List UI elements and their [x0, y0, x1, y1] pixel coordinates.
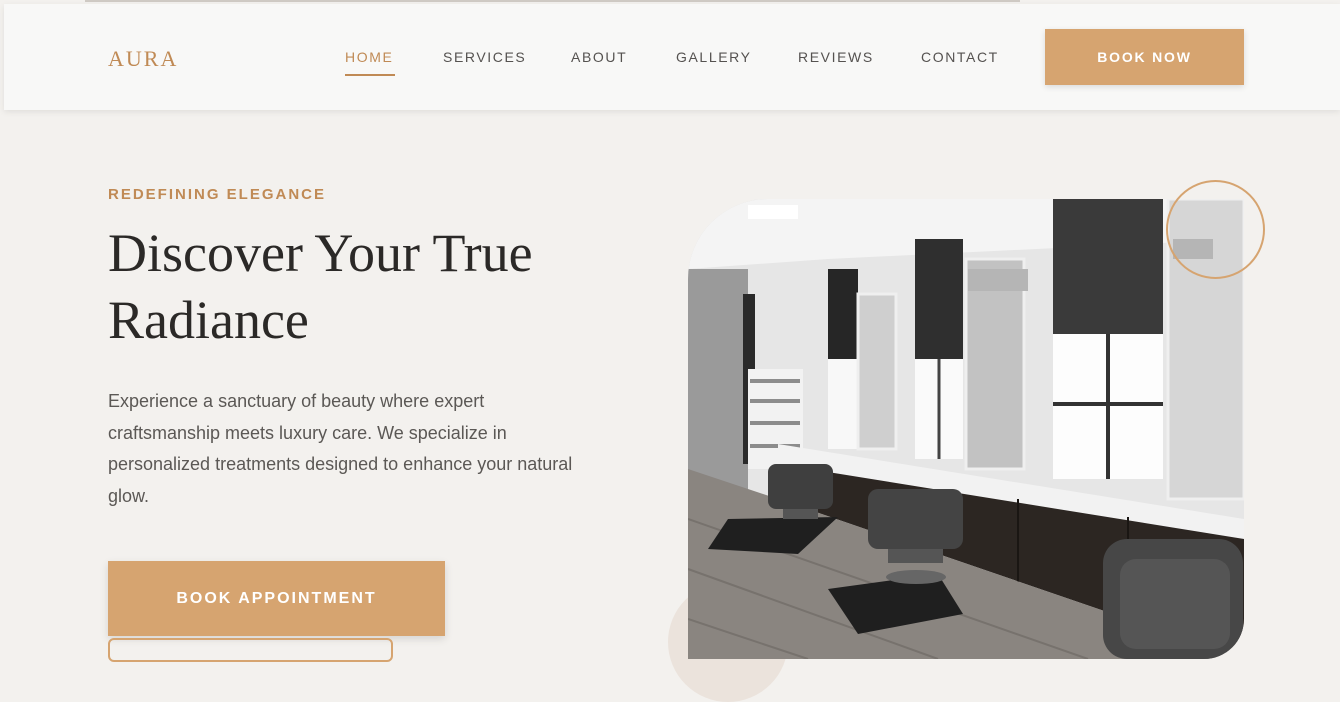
- nav-item-contact[interactable]: CONTACT: [921, 49, 999, 65]
- secondary-button[interactable]: [108, 638, 393, 662]
- book-now-button[interactable]: BOOK NOW: [1045, 29, 1244, 85]
- salon-interior-photo: [688, 199, 1244, 659]
- hero-eyebrow: REDEFINING ELEGANCE: [108, 186, 327, 203]
- nav-item-about[interactable]: ABOUT: [571, 49, 627, 65]
- hero-title: Discover Your True Radiance: [108, 223, 533, 350]
- decorative-ring: [1166, 180, 1265, 279]
- site-header: AURA HOME SERVICES ABOUT GALLERY REVIEWS…: [4, 4, 1340, 110]
- nav-item-home[interactable]: HOME: [345, 49, 393, 65]
- top-edge-strip: [85, 0, 1020, 2]
- brand-logo[interactable]: AURA: [108, 46, 178, 72]
- nav-item-reviews[interactable]: REVIEWS: [798, 49, 874, 65]
- book-appointment-button[interactable]: BOOK APPOINTMENT: [108, 561, 445, 636]
- hero-description: Experience a sanctuary of beauty where e…: [108, 391, 573, 506]
- nav-item-gallery[interactable]: GALLERY: [676, 49, 752, 65]
- nav-item-services[interactable]: SERVICES: [443, 49, 526, 65]
- nav-active-underline: [345, 74, 395, 76]
